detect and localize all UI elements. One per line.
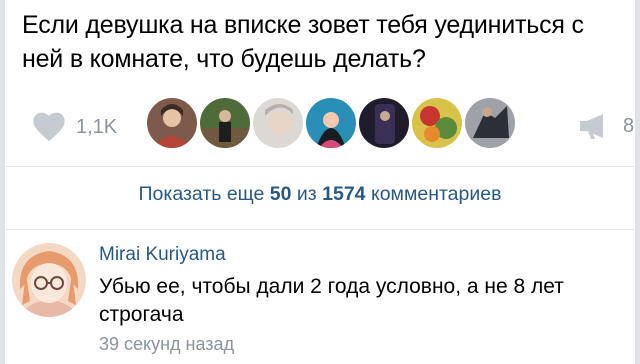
liker-avatar-7[interactable]: [465, 98, 515, 148]
comment-timestamp: 39 секунд назад: [99, 334, 235, 354]
comment-text: Убью ее, чтобы дали 2 года условно, а не…: [99, 275, 564, 326]
liker-avatar-5[interactable]: [359, 98, 409, 148]
total-comments-count: 1574: [322, 183, 366, 205]
liker-avatar-3[interactable]: [253, 98, 303, 148]
post-actions-bar: 1,1K 8: [22, 98, 634, 150]
liker-avatar-1[interactable]: [147, 98, 197, 148]
post-text: Если девушка на вписке зовет тебя уедини…: [22, 11, 584, 73]
liker-avatar-2[interactable]: [200, 98, 250, 148]
left-frame-border: [0, 0, 5, 364]
divider: [5, 229, 635, 230]
liker-avatar-6[interactable]: [412, 98, 462, 148]
show-more-suffix: комментариев: [365, 183, 502, 205]
comment-author-avatar[interactable]: [12, 243, 86, 317]
like-count: 1,1K: [76, 115, 118, 138]
show-more-prefix: Показать еще: [138, 183, 270, 205]
likers-avatars[interactable]: [147, 98, 518, 148]
divider: [5, 166, 635, 167]
shown-count: 50: [269, 183, 292, 205]
show-more-middle: из: [291, 183, 323, 205]
megaphone-icon: [580, 114, 603, 139]
show-more-comments-link[interactable]: Показать еще 50 из 1574 комментариев: [0, 183, 640, 206]
right-frame-border: [635, 0, 640, 364]
share-count: 8: [623, 114, 635, 137]
liker-avatar-4[interactable]: [306, 98, 356, 148]
comment-author-name[interactable]: Mirai Kuriyama: [99, 244, 226, 266]
heart-icon: [33, 112, 65, 142]
like-button[interactable]: 1,1K: [32, 112, 117, 142]
share-button[interactable]: 8: [577, 112, 634, 140]
